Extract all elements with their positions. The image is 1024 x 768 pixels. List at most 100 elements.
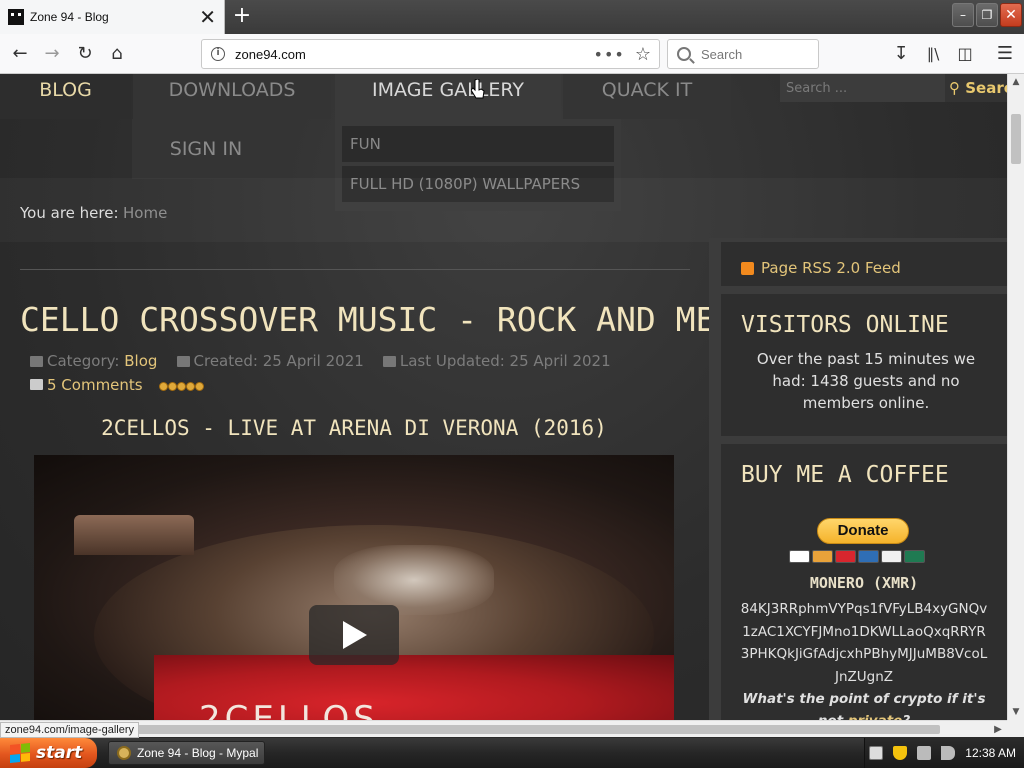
minimize-button[interactable]: –: [952, 3, 974, 27]
home-icon[interactable]: ⌂: [105, 42, 129, 66]
category-label: Category:: [47, 352, 120, 370]
search-icon: [677, 47, 691, 61]
article-subheading: 2CELLOS - LIVE AT ARENA DI VERONA (2016): [101, 416, 607, 440]
menu-downloads[interactable]: DOWNLOADS: [133, 74, 331, 119]
security-shield-icon[interactable]: [893, 746, 908, 760]
rating-stars[interactable]: [159, 377, 205, 395]
web-page: BLOG DOWNLOADS IMAGE GALLERY QUACK IT ⚲ …: [0, 74, 1007, 720]
monero-title: MONERO (XMR): [809, 574, 919, 592]
menu-sign-in[interactable]: SIGN IN: [132, 119, 280, 179]
menu-blog[interactable]: BLOG: [0, 74, 131, 119]
article-title[interactable]: CELLO CROSSOVER MUSIC - ROCK AND METAL: [20, 300, 775, 339]
back-icon[interactable]: ←: [8, 42, 32, 66]
donate-button[interactable]: Donate: [817, 518, 909, 544]
arena-wall: [74, 515, 194, 555]
star-icon: [177, 382, 187, 391]
scroll-right-icon[interactable]: ▶: [991, 721, 1005, 738]
coffee-title: BUY ME A COFFEE: [741, 462, 949, 488]
browser-tab[interactable]: Zone 94 - Blog ✕: [0, 0, 225, 34]
site-search-input[interactable]: [780, 74, 945, 102]
comments-link[interactable]: 5 Comments: [47, 376, 143, 394]
play-button-icon[interactable]: [309, 605, 399, 665]
browser-navbar: ← → ↻ ⌂ i zone94.com ••• ☆ ↧ ∥\ ◫ ☰: [0, 34, 1024, 74]
created-date: Created: 25 April 2021: [193, 352, 364, 370]
start-label: start: [36, 743, 83, 763]
amex-icon: [858, 550, 879, 563]
downloads-icon[interactable]: ↧: [889, 42, 913, 66]
new-tab-button[interactable]: +: [230, 3, 254, 29]
volume-icon[interactable]: [941, 746, 956, 760]
dropdown-item-fun[interactable]: FUN: [342, 126, 614, 162]
scroll-down-icon[interactable]: ▼: [1008, 704, 1024, 720]
keyboard-icon[interactable]: [869, 746, 884, 760]
private-link[interactable]: private: [848, 713, 902, 720]
taskbar-window-button[interactable]: Zone 94 - Blog - Mypal: [108, 741, 265, 765]
status-link-preview: zone94.com/image-gallery: [0, 722, 140, 738]
taskbar-window-title: Zone 94 - Blog - Mypal: [137, 746, 259, 760]
video-logo-text: 2CELLOS: [199, 699, 379, 720]
reload-icon[interactable]: ↻: [73, 42, 97, 66]
calendar-edit-icon: [382, 356, 396, 367]
breadcrumb: You are here: Home: [0, 178, 1007, 242]
restore-button[interactable]: ❐: [976, 3, 998, 27]
sidebar: Page RSS 2.0 Feed VISITORS ONLINE Over t…: [709, 238, 1007, 720]
address-bar[interactable]: i zone94.com ••• ☆: [201, 39, 660, 69]
menu-quack-it[interactable]: QUACK IT: [563, 74, 731, 119]
video-player[interactable]: 2CELLOS: [34, 455, 674, 720]
crypto-question-not: not: [818, 713, 843, 720]
tab-title: Zone 94 - Blog: [30, 10, 109, 24]
windows-taskbar: start Zone 94 - Blog - Mypal 12:38 AM: [0, 738, 1024, 768]
crypto-question-text: What's the point of crypto if it's: [742, 691, 986, 707]
bookmark-star-icon[interactable]: ☆: [635, 44, 651, 65]
horizontal-scrollbar[interactable]: ▶: [0, 720, 1007, 737]
article-meta: Category: Blog Created: 25 April 2021 La…: [30, 352, 611, 370]
calendar-icon: [176, 356, 190, 367]
site-main-menu: BLOG DOWNLOADS IMAGE GALLERY QUACK IT ⚲ …: [0, 74, 1007, 119]
browser-search-box[interactable]: [667, 39, 819, 69]
system-tray: 12:38 AM: [864, 738, 1024, 768]
clock[interactable]: 12:38 AM: [965, 746, 1016, 760]
site-search-button-label: Search: [965, 79, 1007, 97]
close-window-button[interactable]: ✕: [1000, 3, 1022, 27]
breadcrumb-label: You are here:: [20, 204, 119, 222]
page-actions-icon[interactable]: •••: [594, 45, 625, 64]
maestro-icon: [835, 550, 856, 563]
sidebar-toggle-icon[interactable]: ◫: [953, 42, 977, 66]
mypal-app-icon: [117, 746, 131, 760]
magnifier-icon: ⚲: [949, 79, 960, 97]
crypto-question-mark: ?: [902, 713, 910, 720]
site-favicon-icon: [8, 9, 24, 25]
browser-tabbar: Zone 94 - Blog ✕ + – ❐ ✕: [0, 0, 1024, 34]
rss-module: Page RSS 2.0 Feed: [721, 242, 1007, 286]
site-info-icon[interactable]: i: [211, 47, 225, 61]
forward-icon[interactable]: →: [40, 42, 64, 66]
window-controls: – ❐ ✕: [952, 3, 1022, 27]
menu-image-gallery[interactable]: IMAGE GALLERY: [335, 74, 561, 119]
start-button[interactable]: start: [0, 738, 97, 768]
vertical-scroll-thumb[interactable]: [1011, 114, 1021, 164]
site-search-button[interactable]: ⚲ Search: [945, 74, 1007, 102]
library-icon[interactable]: ∥\: [921, 42, 945, 66]
scroll-corner: [1007, 720, 1024, 737]
visitors-module: VISITORS ONLINE Over the past 15 minutes…: [721, 294, 1007, 436]
star-icon: [159, 382, 169, 391]
star-icon: [195, 382, 205, 391]
network-icon[interactable]: [917, 746, 932, 760]
payment-cards: [789, 550, 925, 563]
crypto-question: What's the point of crypto if it's not p…: [739, 688, 989, 720]
visa-card-icon: [789, 550, 810, 563]
close-tab-icon[interactable]: ✕: [199, 7, 216, 27]
article-meta-secondary: 5 Comments: [30, 376, 205, 395]
category-link[interactable]: Blog: [124, 352, 157, 370]
comment-icon: [30, 379, 43, 390]
rss-feed-link[interactable]: Page RSS 2.0 Feed: [761, 259, 901, 277]
menu-hamburger-icon[interactable]: ☰: [993, 42, 1017, 66]
browser-search-input[interactable]: [701, 46, 811, 62]
horizontal-scroll-thumb[interactable]: [130, 725, 940, 734]
scroll-up-icon[interactable]: ▲: [1008, 74, 1024, 90]
breadcrumb-home-link[interactable]: Home: [123, 204, 167, 222]
folder-icon: [30, 356, 43, 367]
vertical-scrollbar[interactable]: ▲ ▼: [1007, 74, 1024, 720]
address-text[interactable]: zone94.com: [235, 47, 594, 62]
monero-address[interactable]: 84KJ3RRphmVYPqs1fVFyLB4xyGNQv1zAC1XCYFJM…: [739, 598, 989, 688]
